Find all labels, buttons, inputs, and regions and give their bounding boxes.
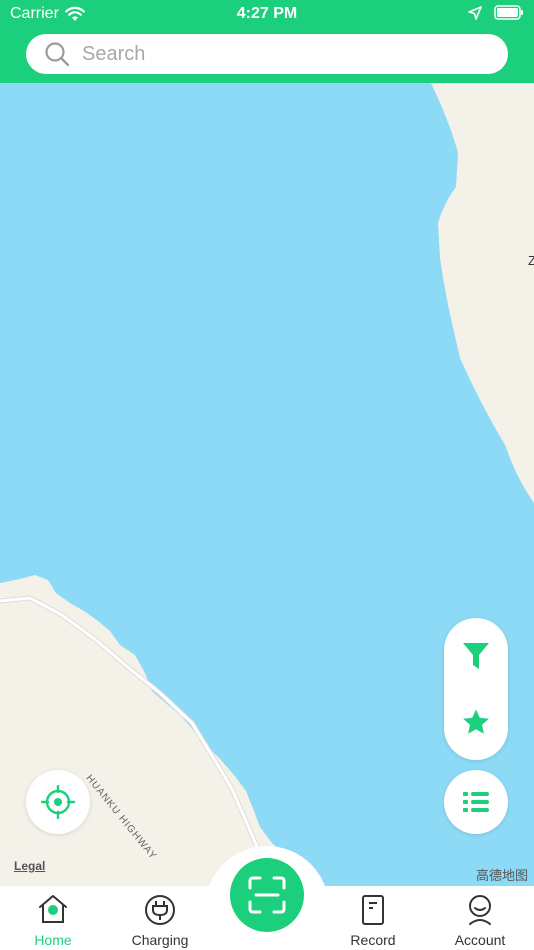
status-bar: Carrier 4:27 PM [0,0,534,28]
search-icon [45,42,70,67]
map-provider-logo: 高德地图 [475,868,528,883]
star-icon [463,709,489,734]
status-time: 4:27 PM [236,5,298,22]
battery-icon [494,5,523,20]
filter-button[interactable] [444,624,508,688]
plug-icon [145,895,175,925]
filter-icon [463,643,489,669]
map-land-shapes [0,83,534,889]
tab-account[interactable]: Account [430,886,530,950]
home-icon [39,895,67,923]
record-icon [362,895,384,925]
tab-charging-label: Charging [131,932,189,948]
tab-account-label: Account [454,932,506,948]
map-view[interactable]: HUANKU HIGHWAY Z Legal 高德地图 [0,83,534,889]
list-icon [463,792,489,812]
search-input[interactable] [80,41,464,67]
crosshair-icon [41,785,75,819]
map-edge-label: Z [528,253,534,268]
scan-button[interactable] [230,858,304,932]
map-tools-group [444,618,508,760]
account-icon [469,895,491,925]
search-bar[interactable] [26,34,508,74]
location-arrow-icon [468,5,482,20]
tab-record[interactable]: Record [323,886,423,950]
locate-button[interactable] [26,770,90,834]
legal-link[interactable]: Legal [14,859,45,873]
header [0,28,534,83]
tab-home[interactable]: Home [3,886,103,950]
list-view-button[interactable] [444,770,508,834]
tab-charging[interactable]: Charging [110,886,210,950]
tab-record-label: Record [350,932,396,948]
status-right [468,5,524,20]
favorites-button[interactable] [444,690,508,754]
scan-icon [248,876,286,914]
tab-home-label: Home [34,932,72,948]
